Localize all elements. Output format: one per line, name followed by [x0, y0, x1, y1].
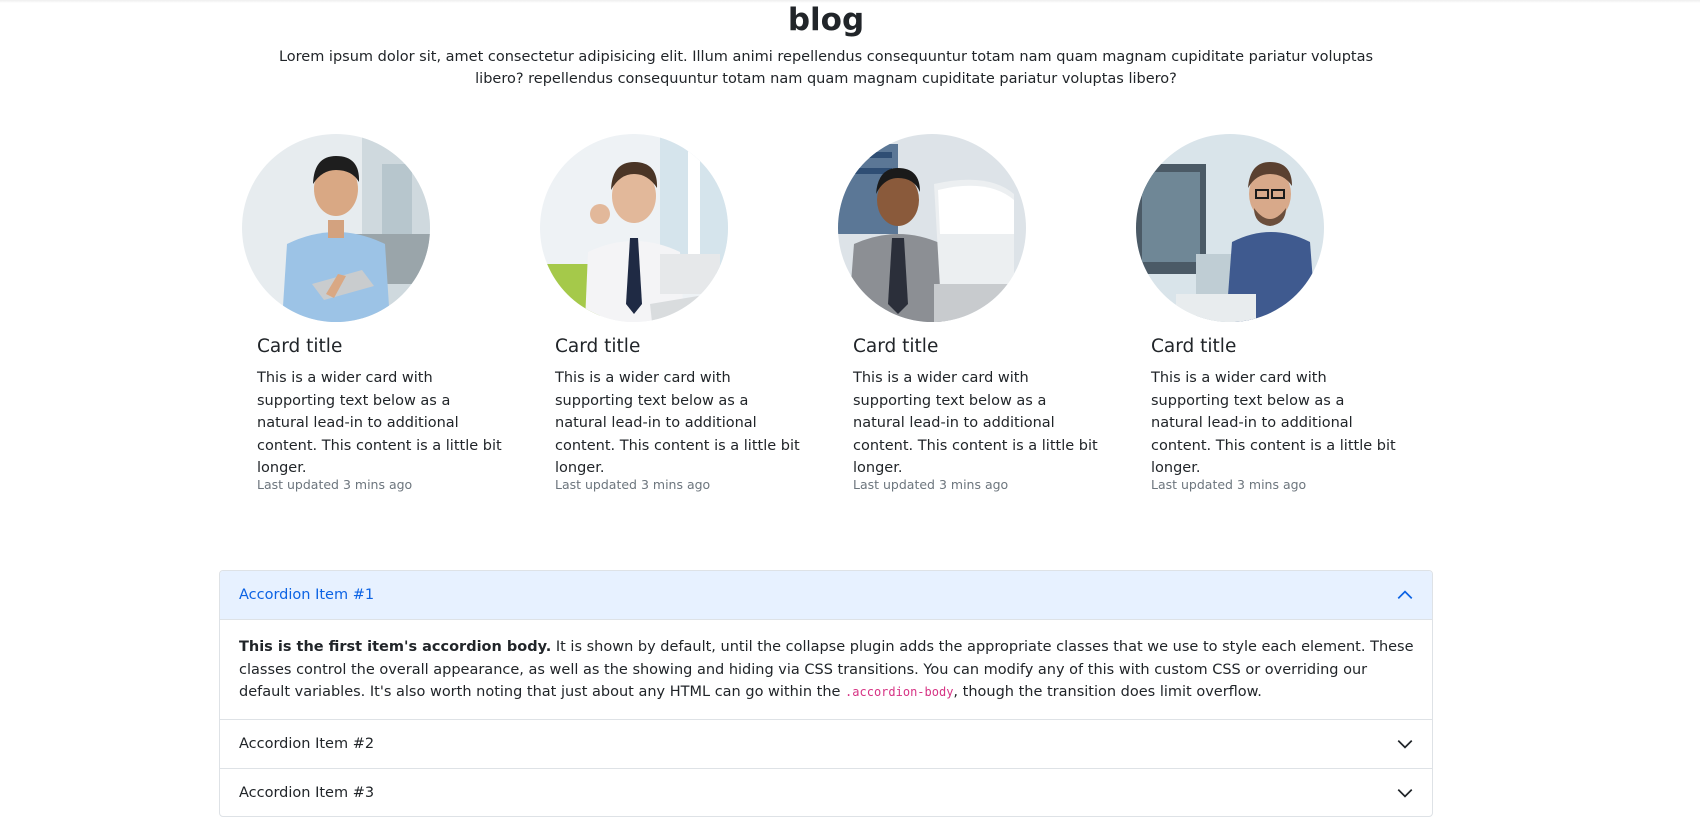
card-title: Card title: [853, 336, 939, 357]
accordion-body: This is the first item's accordion body.…: [239, 636, 1415, 704]
card-text: This is a wider card with supporting tex…: [853, 370, 1098, 476]
accordion-item-label: Accordion Item #1: [239, 587, 375, 603]
accordion-item-label: Accordion Item #2: [239, 736, 375, 752]
card-text: This is a wider card with supporting tex…: [555, 370, 800, 476]
chevron-up-icon: [1397, 590, 1413, 599]
accordion-item-1-button[interactable]: Accordion Item #1: [220, 571, 1432, 620]
card-updated-text: Last updated 3 mins ago: [555, 477, 711, 492]
card-updated-text: Last updated 3 mins ago: [257, 477, 413, 492]
card-updated-text: Last updated 3 mins ago: [1151, 477, 1307, 492]
card-title: Card title: [555, 336, 641, 357]
card-text: This is a wider card with supporting tex…: [1151, 370, 1396, 476]
card-image: [242, 134, 430, 322]
intro-text: Lorem ipsum dolor sit, amet consectetur …: [278, 49, 1374, 87]
accordion-item-2-button[interactable]: Accordion Item #2: [220, 719, 1432, 768]
accordion-body-code: .accordion-body: [845, 685, 954, 699]
accordion-item-label: Accordion Item #3: [239, 785, 375, 801]
card-image: [1136, 134, 1324, 322]
chevron-down-icon: [1397, 789, 1413, 798]
accordion-body-strong: This is the first item's accordion body.: [239, 639, 552, 655]
page-title: blog: [787, 2, 865, 38]
card-image: [540, 134, 728, 322]
card-updated-text: Last updated 3 mins ago: [853, 477, 1009, 492]
chevron-down-icon: [1397, 740, 1413, 749]
accordion-body-text-end: , though the transition does limit overf…: [953, 684, 1262, 700]
card-title: Card title: [257, 336, 343, 357]
accordion-item-3-button[interactable]: Accordion Item #3: [220, 768, 1432, 816]
accordion: Accordion Item #1 This is the first item…: [219, 570, 1433, 817]
card-image: [838, 134, 1026, 322]
card-text: This is a wider card with supporting tex…: [257, 370, 502, 476]
card-title: Card title: [1151, 336, 1237, 357]
